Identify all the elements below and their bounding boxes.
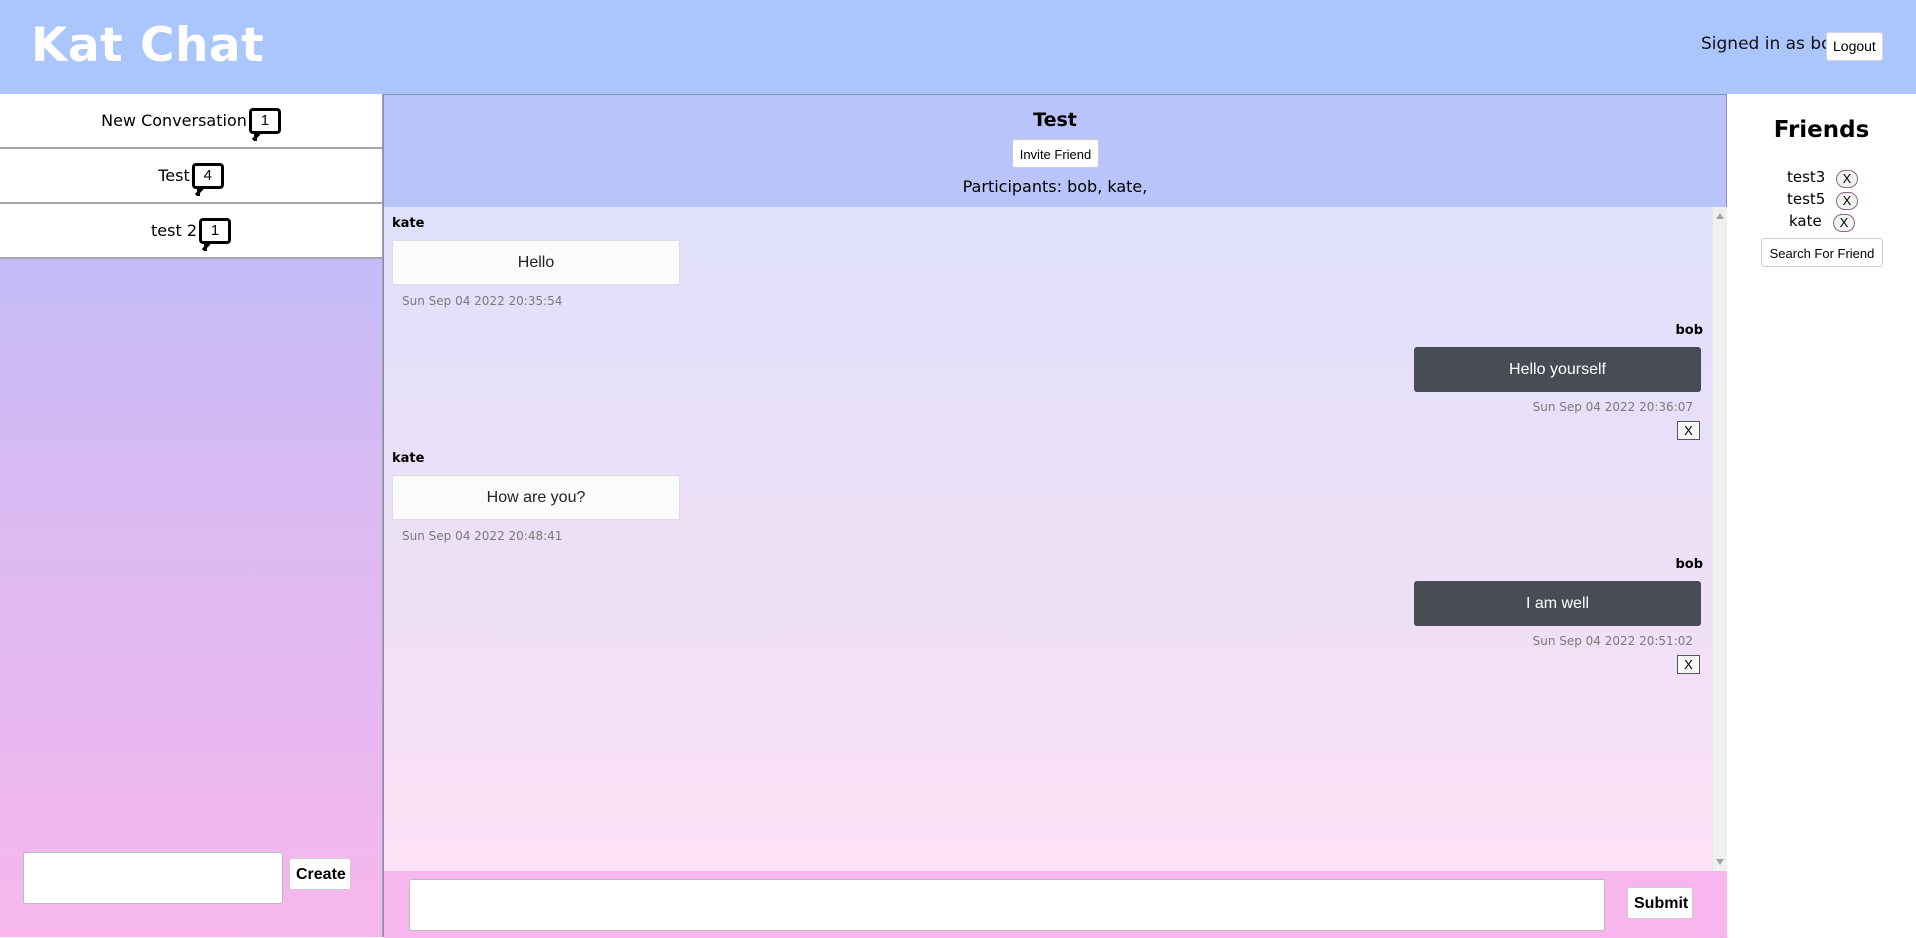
remove-friend-button[interactable]: X xyxy=(1833,214,1855,232)
message-count-icon: 4 xyxy=(191,162,224,196)
message-list[interactable]: kate Hello Sun Sep 04 2022 20:35:54 bob … xyxy=(384,207,1728,871)
delete-message-button[interactable]: X xyxy=(1677,421,1700,440)
message-bubble: I am well xyxy=(1414,581,1701,626)
conversation-name: Test xyxy=(158,166,190,185)
signed-in-text: Signed in as bob xyxy=(1701,34,1843,54)
conversation-item-new-conversation[interactable]: New Conversation 1 xyxy=(0,94,382,149)
message-timestamp: Sun Sep 04 2022 20:51:02 xyxy=(1532,634,1693,648)
chat-title: Test xyxy=(1033,109,1077,131)
scroll-down-arrow-icon[interactable] xyxy=(1716,859,1724,865)
delete-message-button[interactable]: X xyxy=(1677,655,1700,674)
invite-friend-button[interactable]: Invite Friend xyxy=(1012,139,1099,168)
message-timestamp: Sun Sep 04 2022 20:48:41 xyxy=(402,529,563,543)
message-timestamp: Sun Sep 04 2022 20:35:54 xyxy=(402,294,563,308)
chat-panel: Test Invite Friend Participants: bob, ka… xyxy=(383,94,1728,938)
remove-friend-button[interactable]: X xyxy=(1836,192,1858,210)
remove-friend-button[interactable]: X xyxy=(1836,170,1858,188)
create-button[interactable]: Create xyxy=(289,858,351,890)
chat-header: Test Invite Friend Participants: bob, ka… xyxy=(384,95,1726,207)
message-count: 1 xyxy=(210,221,220,239)
search-friend-button[interactable]: Search For Friend xyxy=(1761,238,1883,267)
conversation-item-test[interactable]: Test 4 xyxy=(0,149,382,204)
message-bubble: How are you? xyxy=(392,475,680,520)
message-input[interactable] xyxy=(409,879,1605,931)
friend-name: kate xyxy=(1789,212,1822,230)
submit-button[interactable]: Submit xyxy=(1627,887,1693,919)
compose-bar: Submit xyxy=(384,871,1728,938)
message-sender: bob xyxy=(1675,557,1703,572)
message-scrollbar[interactable] xyxy=(1712,207,1728,871)
message-sender: kate xyxy=(392,451,425,466)
message-count: 4 xyxy=(203,166,212,184)
scroll-up-arrow-icon[interactable] xyxy=(1716,213,1724,219)
conversation-name: test 2 xyxy=(151,221,197,240)
friend-item: test5 X xyxy=(1727,190,1916,212)
conversation-sidebar: New Conversation 1 Test 4 test 2 1 Creat… xyxy=(0,94,383,937)
message-count: 1 xyxy=(260,111,270,129)
friends-title: Friends xyxy=(1773,117,1870,143)
participants-list: Participants: bob, kate, xyxy=(962,177,1148,196)
app-header: Kat Chat Signed in as bob Logout xyxy=(0,0,1916,94)
message-count-icon: 1 xyxy=(248,107,281,141)
friend-name: test5 xyxy=(1787,190,1826,208)
app-title: Kat Chat xyxy=(31,18,265,73)
message-bubble: Hello yourself xyxy=(1414,347,1701,392)
friend-name: test3 xyxy=(1787,168,1826,186)
message-bubble: Hello xyxy=(392,240,680,285)
friend-item: kate X xyxy=(1727,212,1916,234)
logout-button[interactable]: Logout xyxy=(1826,32,1883,61)
new-conversation-input[interactable] xyxy=(23,852,283,904)
message-sender: kate xyxy=(392,216,425,231)
conversation-item-test-2[interactable]: test 2 1 xyxy=(0,204,382,259)
message-timestamp: Sun Sep 04 2022 20:36:07 xyxy=(1532,400,1693,414)
conversation-name: New Conversation xyxy=(101,111,247,130)
friend-item: test3 X xyxy=(1727,168,1916,190)
message-count-icon: 1 xyxy=(199,217,231,251)
message-sender: bob xyxy=(1675,323,1703,338)
friends-panel: Friends test3 X test5 X kate X Search Fo… xyxy=(1727,94,1916,937)
